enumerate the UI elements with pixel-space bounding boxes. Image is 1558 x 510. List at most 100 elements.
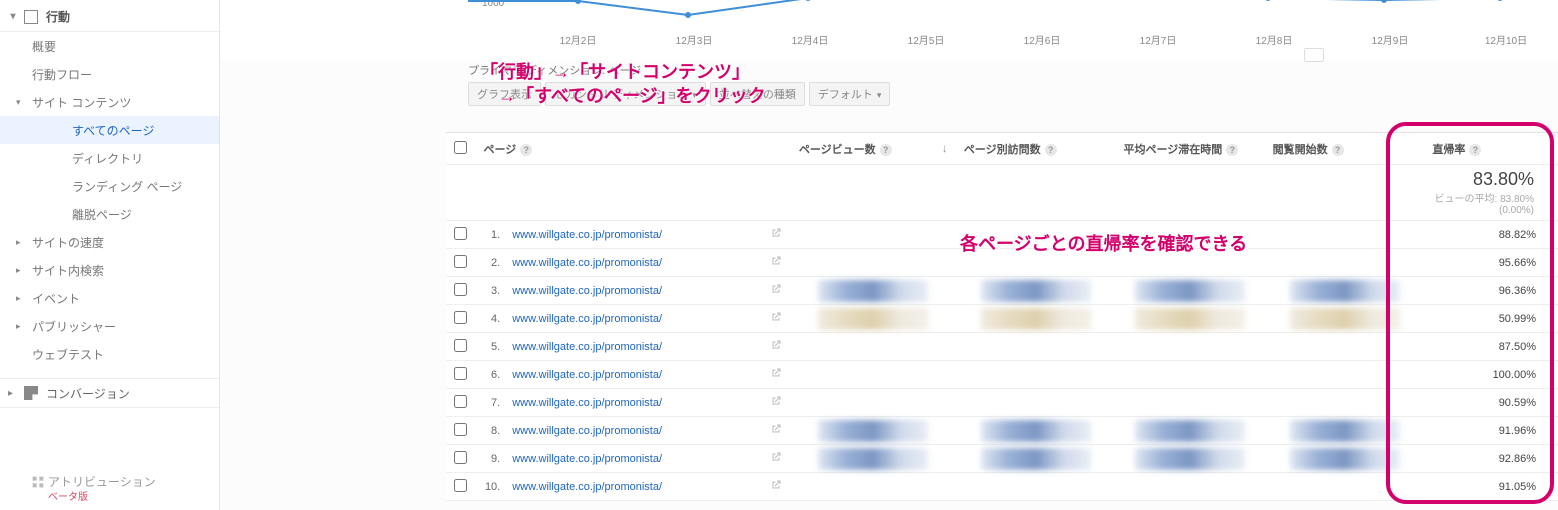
behavior-icon: [24, 10, 38, 24]
row-checkbox[interactable]: [454, 339, 467, 352]
page-url-cell[interactable]: www.willgate.co.jp/promonista/: [504, 221, 762, 249]
page-url-cell[interactable]: www.willgate.co.jp/promonista/: [504, 277, 762, 305]
help-icon[interactable]: ?: [1332, 144, 1344, 156]
upv-cell: [956, 417, 1116, 445]
help-icon[interactable]: ?: [520, 144, 532, 156]
sidebar-item-site-search[interactable]: サイト内検索: [0, 256, 219, 284]
chevron-right-icon: ▸: [8, 388, 18, 399]
open-link-icon[interactable]: [762, 473, 791, 501]
help-icon[interactable]: ?: [1469, 144, 1481, 156]
open-link-icon[interactable]: [762, 249, 791, 277]
ent-cell: [1265, 389, 1425, 417]
select-all-checkbox[interactable]: [454, 141, 467, 154]
upv-cell: [956, 249, 1116, 277]
page-url-cell[interactable]: www.willgate.co.jp/promonista/: [504, 361, 762, 389]
pv-cell: [791, 473, 956, 501]
page-url-cell[interactable]: www.willgate.co.jp/promonista/: [504, 333, 762, 361]
open-link-icon[interactable]: [762, 277, 791, 305]
summary-bounce-rate: 83.80%: [1473, 169, 1534, 189]
col-avg-time[interactable]: 平均ページ滞在時間?: [1116, 133, 1265, 165]
sidebar-section-conversion[interactable]: ▸ コンバージョン: [0, 378, 219, 408]
select-all-header[interactable]: [446, 133, 476, 165]
sidebar-item-label: ランディング ページ: [72, 178, 182, 195]
help-icon[interactable]: ?: [880, 144, 892, 156]
sidebar-item-label: ウェブテスト: [32, 346, 104, 363]
upv-cell: [956, 333, 1116, 361]
sort-desc-icon[interactable]: ↓: [942, 141, 948, 155]
sidebar-item-label: 概要: [32, 38, 56, 55]
primary-dimension-label: プライマリ ディメンション: ページ: [468, 62, 641, 78]
col-unique-pageviews[interactable]: ページ別訪問数?: [956, 133, 1116, 165]
row-index: 4.: [476, 305, 505, 333]
page-url-cell[interactable]: www.willgate.co.jp/promonista/: [504, 305, 762, 333]
bounce-cell: 88.82%: [1424, 221, 1558, 249]
row-checkbox[interactable]: [454, 227, 467, 240]
sidebar-item-exit-pages[interactable]: 離脱ページ: [0, 200, 219, 228]
bounce-cell: 96.36%: [1424, 277, 1558, 305]
page-url-cell[interactable]: www.willgate.co.jp/promonista/: [504, 417, 762, 445]
sidebar-section-behavior[interactable]: ▾ 行動: [0, 2, 219, 32]
pv-cell: [791, 249, 956, 277]
row-checkbox[interactable]: [454, 395, 467, 408]
table-row: 8.www.willgate.co.jp/promonista/91.96%: [446, 417, 1558, 445]
sidebar-item-all-pages[interactable]: すべてのページ: [0, 116, 219, 144]
sidebar-item-label: イベント: [32, 290, 80, 307]
sort-type-button[interactable]: 並べ替えの種類: [710, 82, 805, 106]
sidebar-attribution[interactable]: アトリビューション ベータ版: [10, 474, 156, 504]
open-link-icon[interactable]: [762, 445, 791, 473]
col-entrances[interactable]: 閲覧開始数?: [1265, 133, 1425, 165]
upv-cell: [956, 221, 1116, 249]
help-icon[interactable]: ?: [1045, 144, 1057, 156]
row-index: 5.: [476, 333, 505, 361]
open-link-icon[interactable]: [762, 361, 791, 389]
row-index: 8.: [476, 417, 505, 445]
ent-cell: [1265, 473, 1425, 501]
page-url-cell[interactable]: www.willgate.co.jp/promonista/: [504, 389, 762, 417]
default-button[interactable]: デフォルト▾: [809, 82, 891, 106]
sidebar-item-events[interactable]: イベント: [0, 284, 219, 312]
sidebar-item-webtest[interactable]: ウェブテスト: [0, 340, 219, 368]
sidebar-item-label: ディレクトリ: [72, 150, 143, 167]
open-link-icon[interactable]: [762, 333, 791, 361]
sidebar-item-site-speed[interactable]: サイトの速度: [0, 228, 219, 256]
table-header-row: ページ? ページビュー数? ↓ ページ別訪問数? 平均ページ滞在時間? 閲覧開始…: [446, 133, 1558, 165]
table-row: 3.www.willgate.co.jp/promonista/96.36%: [446, 277, 1558, 305]
summary-row: 83.80% ビューの平均: 83.80% (0.00%): [446, 165, 1558, 221]
page-url-cell[interactable]: www.willgate.co.jp/promonista/: [504, 249, 762, 277]
secondary-dimension-button[interactable]: セカンダリ ディメンション▾: [545, 82, 706, 106]
open-link-icon[interactable]: [762, 221, 791, 249]
row-checkbox[interactable]: [454, 367, 467, 380]
row-checkbox[interactable]: [454, 283, 467, 296]
row-checkbox[interactable]: [454, 255, 467, 268]
bounce-cell: 87.50%: [1424, 333, 1558, 361]
col-page[interactable]: ページ?: [476, 133, 791, 165]
page-url-cell[interactable]: www.willgate.co.jp/promonista/: [504, 473, 762, 501]
graph-view-button[interactable]: グラフ表示: [468, 82, 541, 106]
sidebar-item-overview[interactable]: 概要: [0, 32, 219, 60]
open-link-icon[interactable]: [762, 389, 791, 417]
row-checkbox[interactable]: [454, 423, 467, 436]
pv-cell: [791, 277, 956, 305]
help-icon[interactable]: ?: [1226, 144, 1238, 156]
attribution-label: アトリビューション: [48, 474, 156, 490]
row-checkbox[interactable]: [454, 311, 467, 324]
col-bounce-rate[interactable]: 直帰率?: [1424, 133, 1558, 165]
open-link-icon[interactable]: [762, 417, 791, 445]
sidebar-item-publisher[interactable]: パブリッシャー: [0, 312, 219, 340]
row-index: 3.: [476, 277, 505, 305]
summary-bounce-sub: ビューの平均: 83.80% (0.00%): [1432, 190, 1534, 216]
open-link-icon[interactable]: [762, 305, 791, 333]
sidebar-item-site-content[interactable]: サイト コンテンツ: [0, 88, 219, 116]
chevron-down-icon: ▾: [692, 90, 697, 100]
col-pageviews[interactable]: ページビュー数? ↓: [791, 133, 956, 165]
row-checkbox[interactable]: [454, 479, 467, 492]
sidebar-item-directory[interactable]: ディレクトリ: [0, 144, 219, 172]
sidebar-item-landing-pages[interactable]: ランディング ページ: [0, 172, 219, 200]
page-url-cell[interactable]: www.willgate.co.jp/promonista/: [504, 445, 762, 473]
sidebar-item-label: 行動フロー: [32, 66, 92, 83]
row-checkbox[interactable]: [454, 451, 467, 464]
bounce-cell: 50.99%: [1424, 305, 1558, 333]
sidebar-item-behavior-flow[interactable]: 行動フロー: [0, 60, 219, 88]
upv-cell: [956, 305, 1116, 333]
x-tick-label: 12月3日: [676, 32, 713, 47]
